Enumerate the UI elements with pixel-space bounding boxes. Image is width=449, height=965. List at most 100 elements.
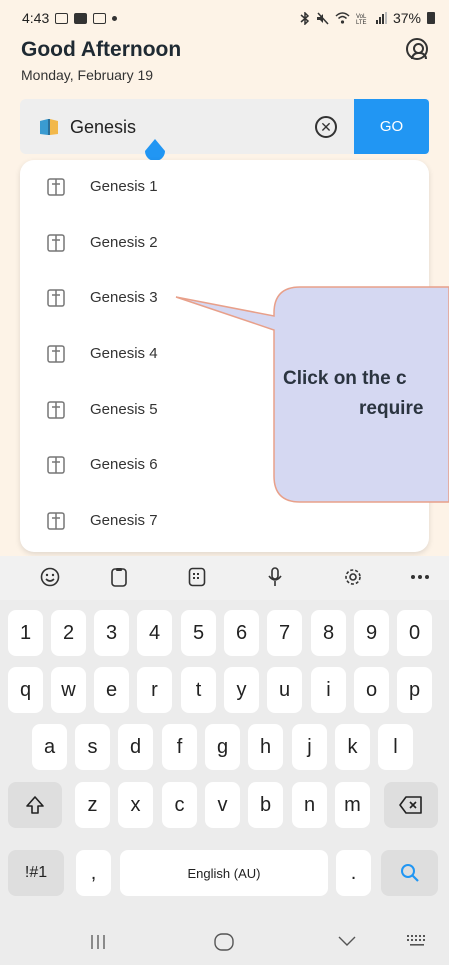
- suggestion-item[interactable]: Genesis 3: [20, 273, 429, 323]
- clear-icon[interactable]: ✕: [315, 116, 337, 138]
- backspace-key[interactable]: [384, 782, 438, 828]
- comma-key[interactable]: ,: [76, 850, 111, 896]
- key-p[interactable]: p: [397, 667, 432, 713]
- key-a[interactable]: a: [32, 724, 67, 770]
- key-4[interactable]: 4: [137, 610, 172, 656]
- key-h[interactable]: h: [248, 724, 283, 770]
- key-j[interactable]: j: [292, 724, 327, 770]
- suggestion-item[interactable]: Genesis 1: [20, 162, 429, 212]
- battery-percentage: 37%: [392, 10, 421, 26]
- search-input[interactable]: [70, 114, 290, 140]
- status-time: 4:43: [22, 10, 50, 26]
- suggestion-label: Genesis 6: [90, 456, 158, 473]
- microphone-icon[interactable]: [264, 566, 286, 588]
- key-r[interactable]: r: [137, 667, 172, 713]
- key-w[interactable]: w: [51, 667, 86, 713]
- book-icon: [47, 234, 65, 252]
- key-2[interactable]: 2: [51, 610, 86, 656]
- suggestion-item[interactable]: Genesis 2: [20, 218, 429, 268]
- callout-line-2: require: [359, 398, 424, 419]
- key-1[interactable]: 1: [8, 610, 43, 656]
- key-l[interactable]: l: [378, 724, 413, 770]
- suggestion-label: Genesis 5: [90, 401, 158, 418]
- key-e[interactable]: e: [94, 667, 129, 713]
- key-s[interactable]: s: [75, 724, 110, 770]
- key-o[interactable]: o: [354, 667, 389, 713]
- keypad-icon[interactable]: [186, 566, 208, 588]
- mute-icon: [316, 11, 329, 25]
- key-y[interactable]: y: [224, 667, 259, 713]
- date-label: Monday, February 19: [21, 67, 154, 83]
- app-notification-icon: [74, 12, 88, 24]
- gallery-notification-icon: [55, 12, 69, 24]
- suggestion-label: Genesis 3: [90, 289, 158, 306]
- key-t[interactable]: t: [181, 667, 216, 713]
- emoji-icon[interactable]: [39, 566, 61, 588]
- key-u[interactable]: u: [267, 667, 302, 713]
- key-n[interactable]: n: [292, 782, 327, 828]
- home-icon[interactable]: [214, 933, 234, 951]
- settings-icon[interactable]: [342, 566, 364, 588]
- calendar-notification-icon: [93, 12, 107, 24]
- suggestion-label: Genesis 4: [90, 345, 158, 362]
- more-icon[interactable]: [409, 566, 431, 588]
- period-key[interactable]: .: [336, 850, 371, 896]
- book-icon: [47, 345, 65, 363]
- bible-icon: [40, 119, 58, 135]
- more-notifications-dot-icon: [112, 15, 118, 21]
- key-0[interactable]: 0: [397, 610, 432, 656]
- navigation-bar: [0, 920, 449, 965]
- book-icon: [47, 456, 65, 474]
- key-f[interactable]: f: [162, 724, 197, 770]
- key-q[interactable]: q: [8, 667, 43, 713]
- callout-text: Click on the c require: [283, 364, 449, 434]
- key-5[interactable]: 5: [181, 610, 216, 656]
- key-9[interactable]: 9: [354, 610, 389, 656]
- suggestion-item[interactable]: Genesis 7: [20, 496, 429, 546]
- status-right: VoL LTE 37%: [300, 10, 435, 26]
- status-bar: 4:43 VoL LTE 37%: [0, 0, 449, 36]
- keyboard-toolbar: [0, 556, 449, 600]
- search-icon: [400, 864, 419, 882]
- symbols-key[interactable]: !#1: [8, 850, 64, 896]
- key-g[interactable]: g: [205, 724, 240, 770]
- key-3[interactable]: 3: [94, 610, 129, 656]
- key-x[interactable]: x: [118, 782, 153, 828]
- suggestion-dropdown: Genesis 1 Genesis 2 Genesis 3 Genesis 4 …: [20, 160, 429, 552]
- wifi-icon: [335, 12, 350, 24]
- shift-icon: [26, 796, 44, 814]
- key-v[interactable]: v: [205, 782, 240, 828]
- svg-text:LTE: LTE: [356, 20, 367, 24]
- key-6[interactable]: 6: [224, 610, 259, 656]
- key-c[interactable]: c: [162, 782, 197, 828]
- callout-line-1: Click on the c: [283, 368, 407, 389]
- battery-icon: [427, 12, 435, 24]
- key-b[interactable]: b: [248, 782, 283, 828]
- search-key[interactable]: [381, 850, 438, 896]
- suggestion-label: Genesis 1: [90, 178, 158, 195]
- key-k[interactable]: k: [335, 724, 370, 770]
- profile-icon[interactable]: [406, 38, 428, 60]
- go-button[interactable]: GO: [354, 99, 429, 154]
- key-7[interactable]: 7: [267, 610, 302, 656]
- key-i[interactable]: i: [311, 667, 346, 713]
- key-m[interactable]: m: [335, 782, 370, 828]
- recent-apps-icon[interactable]: [90, 934, 106, 950]
- suggestion-item[interactable]: Genesis 6: [20, 440, 429, 490]
- greeting-title: Good Afternoon: [21, 38, 182, 61]
- back-icon[interactable]: [338, 936, 356, 946]
- space-key[interactable]: English (AU): [120, 850, 328, 896]
- status-left: 4:43: [22, 10, 118, 26]
- shift-key[interactable]: [8, 782, 62, 828]
- book-icon: [47, 512, 65, 530]
- key-8[interactable]: 8: [311, 610, 346, 656]
- backspace-icon: [399, 796, 422, 814]
- suggestion-label: Genesis 2: [90, 234, 158, 251]
- key-d[interactable]: d: [118, 724, 153, 770]
- keyboard: 1 2 3 4 5 6 7 8 9 0 q w e r t y u i o p …: [0, 600, 449, 920]
- bluetooth-icon: [300, 11, 310, 25]
- book-icon: [47, 289, 65, 307]
- clipboard-icon[interactable]: [108, 566, 130, 588]
- key-z[interactable]: z: [75, 782, 110, 828]
- keyboard-switch-icon[interactable]: [406, 934, 428, 948]
